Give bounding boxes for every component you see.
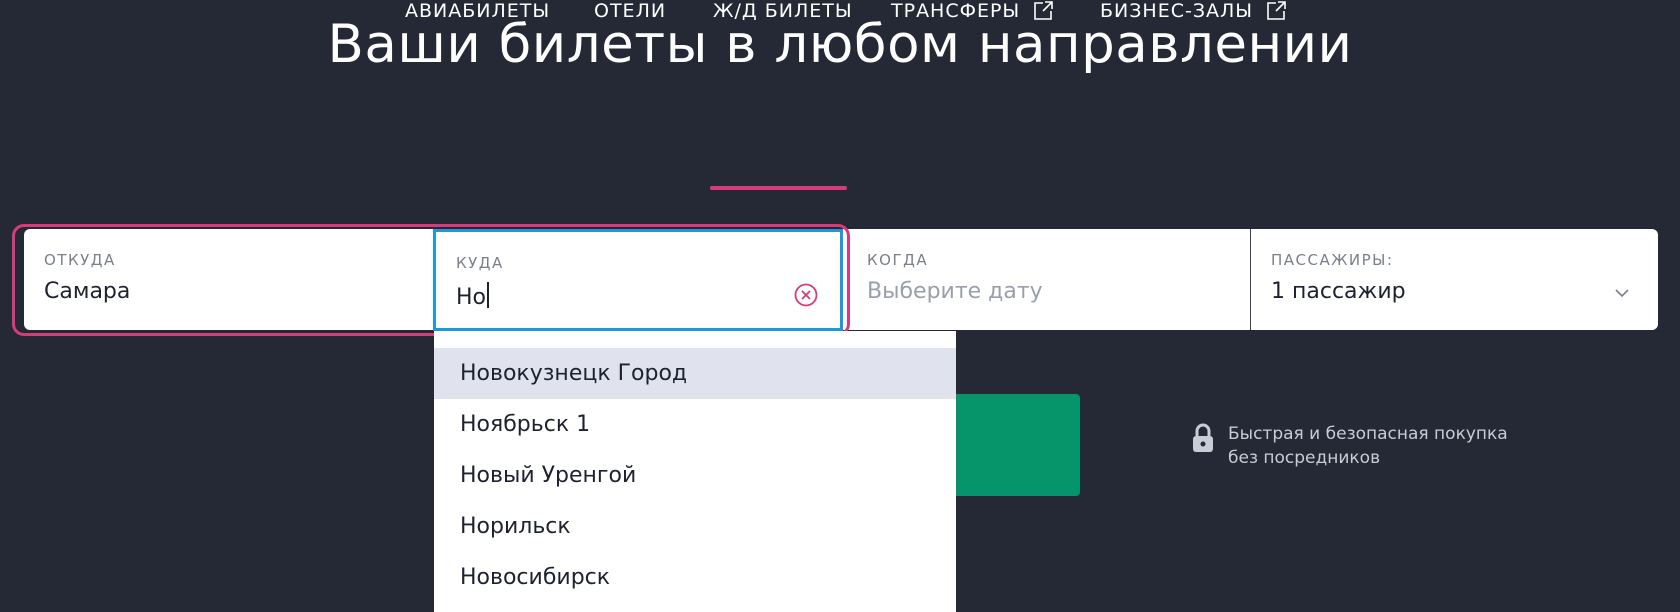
passengers-label: ПАССАЖИРЫ: bbox=[1271, 251, 1394, 269]
tab-transfers[interactable]: ТРАНСФЕРЫ bbox=[891, 0, 1054, 22]
external-link-icon bbox=[1267, 1, 1286, 20]
external-link-icon bbox=[1034, 1, 1054, 20]
page-title: Ваши билеты в любом направлении bbox=[327, 14, 1353, 75]
suggestion-item[interactable]: Норильск bbox=[434, 501, 956, 552]
tab-label: ТРАНСФЕРЫ bbox=[891, 0, 1021, 22]
tab-label: БИЗНЕС-ЗАЛЫ bbox=[1100, 0, 1254, 22]
tab-label: ОТЕЛИ bbox=[594, 0, 667, 22]
to-field[interactable]: КУДА Но bbox=[433, 229, 843, 331]
from-value: Самара bbox=[44, 279, 131, 304]
active-tab-indicator bbox=[710, 186, 847, 190]
secure-text-line1: Быстрая и безопасная покупка bbox=[1228, 424, 1508, 444]
suggestion-item[interactable]: Новосибирск bbox=[434, 552, 956, 603]
chevron-down-icon[interactable] bbox=[1614, 285, 1630, 301]
date-field[interactable]: КОГДА Выберите дату bbox=[847, 229, 1273, 330]
suggestions-dropdown: Новокузнецк Город Ноябрьск 1 Новый Уренг… bbox=[434, 331, 956, 612]
secure-text-line2: без посредников bbox=[1228, 448, 1381, 468]
from-label: ОТКУДА bbox=[44, 251, 116, 269]
secure-purchase-note: Быстрая и безопасная покупка без посредн… bbox=[1192, 422, 1508, 470]
lock-icon bbox=[1193, 423, 1213, 452]
tab-avia[interactable]: АВИАБИЛЕТЫ bbox=[405, 0, 550, 22]
to-input[interactable]: Но bbox=[456, 282, 820, 310]
suggestion-item[interactable]: Новый Уренгой bbox=[434, 450, 956, 501]
clear-icon[interactable] bbox=[794, 283, 818, 307]
passengers-value: 1 пассажир bbox=[1271, 279, 1406, 304]
tab-label: Ж/Д БИЛЕТЫ bbox=[713, 0, 853, 22]
tab-hotels[interactable]: ОТЕЛИ bbox=[594, 0, 666, 22]
date-placeholder: Выберите дату bbox=[867, 279, 1043, 304]
suggestion-item[interactable]: Новокузнецк Город bbox=[434, 348, 956, 399]
text-cursor bbox=[487, 282, 490, 308]
to-field-inner: КУДА Но bbox=[436, 232, 840, 333]
passengers-field[interactable]: ПАССАЖИРЫ: 1 пассажир bbox=[1251, 229, 1658, 330]
date-label: КОГДА bbox=[867, 251, 929, 269]
from-field[interactable]: ОТКУДА Самара bbox=[24, 229, 434, 330]
tab-rail[interactable]: Ж/Д БИЛЕТЫ bbox=[713, 0, 853, 22]
tab-label: АВИАБИЛЕТЫ bbox=[405, 0, 551, 22]
to-label: КУДА bbox=[456, 254, 504, 272]
suggestion-item[interactable]: Ноябрьск 1 bbox=[434, 399, 956, 450]
tab-business-lounges[interactable]: БИЗНЕС-ЗАЛЫ bbox=[1100, 0, 1287, 22]
to-value: Но bbox=[456, 285, 487, 310]
